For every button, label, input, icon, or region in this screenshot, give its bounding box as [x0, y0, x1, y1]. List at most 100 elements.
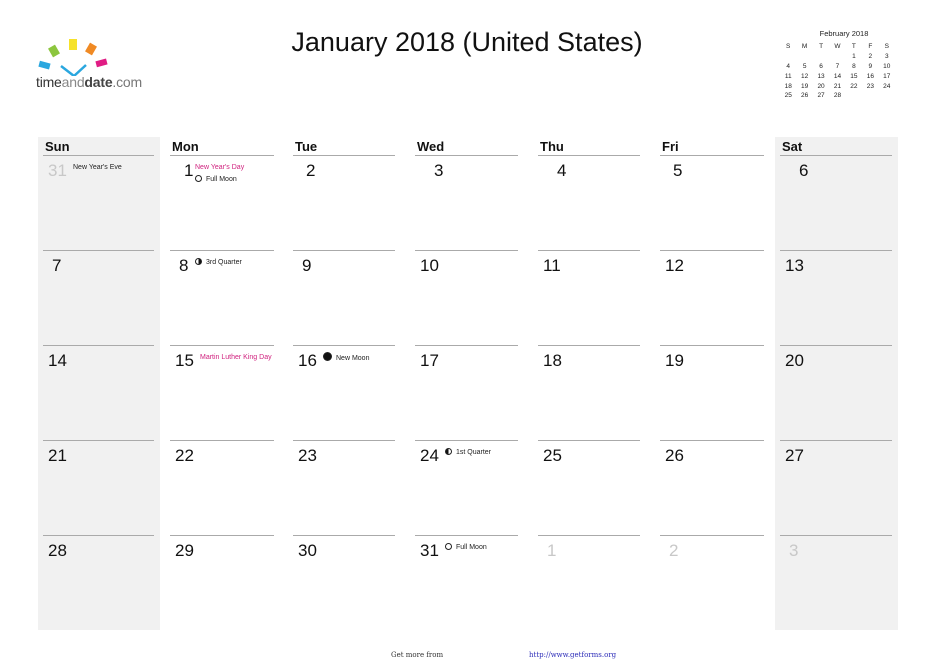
- day-number: 31: [48, 161, 67, 180]
- day-number: 11: [543, 256, 561, 275]
- day-number: 12: [665, 256, 684, 275]
- day-cell[interactable]: 19: [655, 346, 770, 441]
- logo-sunburst-icon: [38, 39, 108, 78]
- day-column-sat: Sat 6 13 20 27 3: [775, 137, 898, 630]
- day-cell[interactable]: 20: [775, 346, 898, 441]
- footer-link[interactable]: http://www.getforms.org: [529, 651, 616, 659]
- event-label: New Year's Eve: [73, 164, 122, 171]
- day-column-thu: Thu 4 11 18 25 1: [533, 137, 646, 630]
- mini-day: [879, 91, 895, 101]
- mini-weekday-row: SMTWTFS: [780, 42, 895, 52]
- day-cell[interactable]: 7: [38, 251, 160, 346]
- day-cell[interactable]: 1: [533, 536, 646, 631]
- day-column-sun: Sun 31 New Year's Eve 7 14 21 28: [38, 137, 160, 630]
- event-label: Full Moon: [456, 544, 487, 551]
- day-cell[interactable]: 2: [288, 156, 401, 251]
- mini-day: 2: [868, 53, 873, 61]
- mini-weekday: F: [868, 43, 873, 51]
- day-cell[interactable]: 6: [775, 156, 898, 251]
- day-cell[interactable]: 30: [288, 536, 401, 631]
- weekday-header: Mon: [172, 139, 199, 154]
- day-cell[interactable]: 24 1st Quarter: [410, 441, 524, 536]
- day-number: 21: [48, 446, 67, 465]
- day-cell[interactable]: 23: [288, 441, 401, 536]
- mini-day: 24: [883, 82, 891, 90]
- day-cell[interactable]: 9: [288, 251, 401, 346]
- day-number: 20: [785, 351, 804, 370]
- day-cell[interactable]: 11: [533, 251, 646, 346]
- mini-day: [796, 52, 812, 62]
- footer-text: Get more from: [391, 651, 444, 659]
- moon-phase-event: 1st Quarter: [445, 447, 491, 459]
- day-number: 8: [179, 256, 189, 275]
- day-cell[interactable]: 29: [165, 536, 280, 631]
- logo-text: timeanddate.com: [36, 74, 142, 90]
- mini-day: 5: [802, 62, 807, 70]
- mini-day: 19: [801, 82, 809, 90]
- weekday-header: Sun: [45, 139, 70, 154]
- mini-day: 8: [852, 62, 856, 70]
- day-cell[interactable]: 31 New Year's Eve: [38, 156, 160, 251]
- moon-phase-event: New Moon: [323, 352, 369, 365]
- day-cell[interactable]: 10: [410, 251, 524, 346]
- mini-day: 16: [866, 72, 874, 80]
- day-number: 14: [48, 351, 67, 370]
- weekday-header: Wed: [417, 139, 445, 154]
- mini-day: 20: [817, 82, 825, 90]
- day-cell[interactable]: 15 Martin Luther King Day: [165, 346, 280, 441]
- day-cell[interactable]: 5: [655, 156, 770, 251]
- day-cell[interactable]: 13: [775, 251, 898, 346]
- new-moon-icon: [323, 352, 332, 361]
- day-cell[interactable]: 3: [775, 536, 898, 631]
- day-column-mon: Mon 1 New Year's Day Full Moon 8 3rd Quarter 1…: [165, 137, 280, 630]
- mini-day: [862, 91, 878, 101]
- mini-day: [780, 52, 796, 62]
- mini-day: 27: [817, 92, 825, 100]
- day-cell[interactable]: 22: [165, 441, 280, 536]
- mini-day: 11: [784, 72, 792, 80]
- event-label: Martin Luther King Day: [200, 354, 272, 361]
- day-cell[interactable]: 2: [655, 536, 770, 631]
- day-cell[interactable]: 14: [38, 346, 160, 441]
- day-number: 26: [665, 446, 684, 465]
- day-cell[interactable]: 16 New Moon: [288, 346, 401, 441]
- mini-day: 3: [884, 53, 889, 61]
- day-number: 1: [547, 541, 557, 560]
- day-number: 9: [302, 256, 312, 275]
- mini-day: 4: [786, 62, 791, 70]
- day-cell[interactable]: 1 New Year's Day Full Moon: [165, 156, 280, 251]
- full-moon-icon: [445, 543, 452, 550]
- day-cell[interactable]: 26: [655, 441, 770, 536]
- event-label: 1st Quarter: [456, 449, 492, 456]
- mini-day: 17: [883, 72, 891, 80]
- holiday-event: Martin Luther King Day: [200, 352, 272, 364]
- day-cell[interactable]: 3: [410, 156, 524, 251]
- mini-weekday: S: [884, 43, 889, 51]
- day-events: 1st Quarter: [445, 447, 491, 459]
- day-number: 3: [434, 161, 444, 180]
- mini-day: 6: [819, 62, 823, 70]
- weekday-header: Sat: [782, 139, 803, 154]
- day-cell[interactable]: 21: [38, 441, 160, 536]
- day-cell[interactable]: 12: [655, 251, 770, 346]
- day-cell[interactable]: 17: [410, 346, 524, 441]
- weekday-header: Fri: [662, 139, 679, 154]
- observance-event: New Year's Eve: [73, 162, 122, 174]
- mini-day: 1: [852, 53, 856, 61]
- moon-phase-event: 3rd Quarter: [195, 257, 242, 269]
- day-cell[interactable]: 31 Full Moon: [410, 536, 524, 631]
- day-number: 18: [543, 351, 562, 370]
- day-number: 19: [665, 351, 684, 370]
- day-cell[interactable]: 28: [38, 536, 160, 631]
- day-number: 4: [557, 161, 567, 180]
- timeanddate-logo[interactable]: timeanddate.com: [36, 36, 156, 96]
- mini-day: 10: [883, 62, 891, 70]
- mini-day: [813, 52, 829, 62]
- day-cell[interactable]: 8 3rd Quarter: [165, 251, 280, 346]
- mini-weekday: T: [851, 43, 856, 51]
- day-cell[interactable]: 18: [533, 346, 646, 441]
- day-column-wed: Wed 3 10 17 24 1st Quarter 31 Full Moon: [410, 137, 524, 630]
- day-cell[interactable]: 27: [775, 441, 898, 536]
- day-cell[interactable]: 4: [533, 156, 646, 251]
- day-cell[interactable]: 25: [533, 441, 646, 536]
